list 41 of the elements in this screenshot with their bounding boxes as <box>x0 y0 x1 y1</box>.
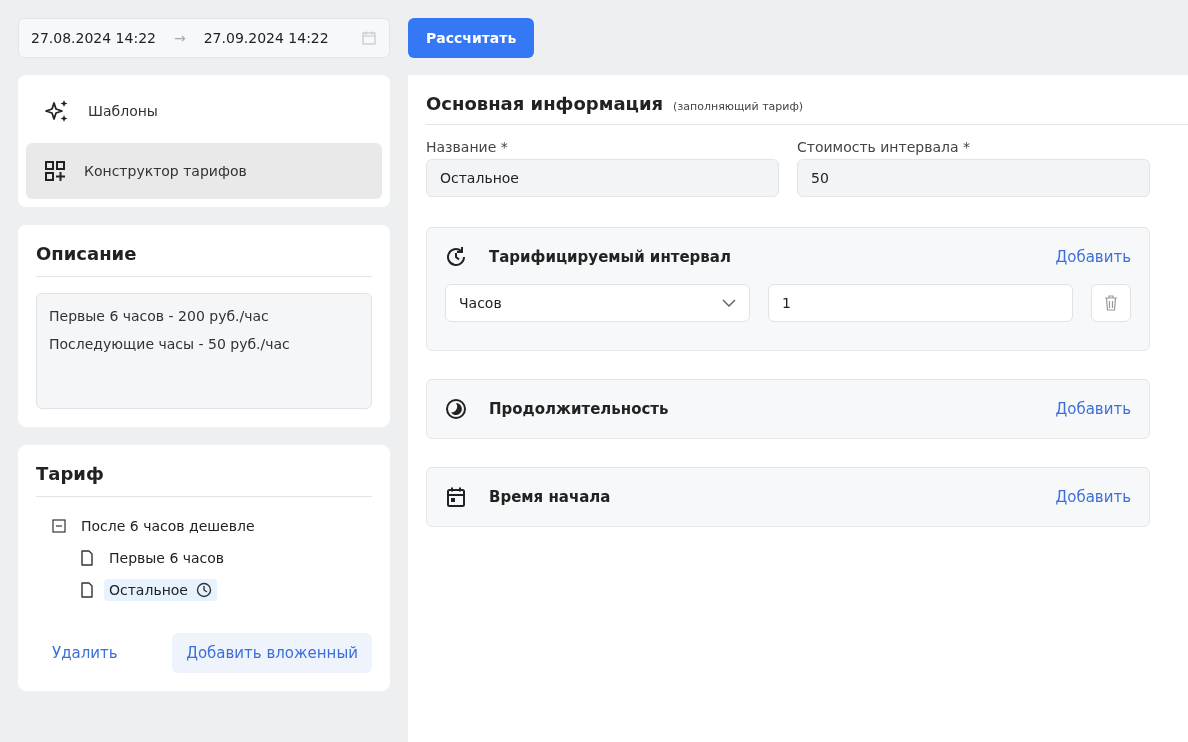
date-range-field[interactable]: 27.08.2024 14:22 → 27.09.2024 14:22 <box>18 18 390 58</box>
card-title: Тариф <box>36 463 372 497</box>
add-link[interactable]: Добавить <box>1055 488 1131 506</box>
chevron-down-icon <box>722 299 737 307</box>
input-field[interactable]: Остальное <box>426 159 779 197</box>
tree-item[interactable]: Остальное <box>104 579 217 601</box>
delete-button[interactable] <box>1091 284 1131 322</box>
field-label: Название * <box>426 139 509 155</box>
half-moon-icon <box>445 398 467 420</box>
input-field[interactable]: 1 <box>768 284 1074 322</box>
grid-plus-icon <box>44 160 66 182</box>
section-title: Основная информация <box>426 93 664 114</box>
tree-item[interactable]: После 6 часов дешевле <box>76 515 260 537</box>
sparkles-icon <box>44 98 70 124</box>
section-heading: Продолжительность <box>489 400 669 418</box>
document-icon <box>80 550 94 566</box>
clock-refresh-icon <box>445 246 467 268</box>
card-title: Описание <box>36 243 372 277</box>
nav-item[interactable]: Конструктор тарифов <box>26 143 382 199</box>
nav-item[interactable]: Шаблоны <box>26 83 382 139</box>
calendar-icon[interactable] <box>361 30 377 46</box>
collapse-icon[interactable] <box>52 519 66 533</box>
calendar-icon <box>445 486 467 508</box>
field-label: Стоимость интервала * <box>797 139 971 155</box>
section-heading: Тарифицируемый интервал <box>489 248 731 266</box>
trash-icon <box>1104 295 1119 311</box>
tree-item[interactable]: Первые 6 часов <box>104 547 230 569</box>
add-child-button[interactable]: Добавить вложенный <box>172 633 372 673</box>
delete-link[interactable]: Удалить <box>52 644 118 662</box>
input-field[interactable]: 50 <box>797 159 1150 197</box>
start-date: 27.08.2024 14:22 <box>31 30 156 46</box>
unit-dropdown[interactable]: Часов <box>445 284 751 322</box>
add-link[interactable]: Добавить <box>1055 400 1131 418</box>
calculate-button[interactable]: Рассчитать <box>408 18 535 58</box>
end-date: 27.09.2024 14:22 <box>203 30 329 46</box>
section-heading: Время начала <box>489 488 611 506</box>
add-link[interactable]: Добавить <box>1055 248 1131 266</box>
section-subtitle: (заполняющий тариф) <box>673 100 804 113</box>
description-field[interactable]: Первые 6 часов - 200 руб./час Последующие часы - 50 руб./час <box>36 293 372 409</box>
document-icon <box>80 582 94 598</box>
range-arrow: → <box>173 30 186 46</box>
